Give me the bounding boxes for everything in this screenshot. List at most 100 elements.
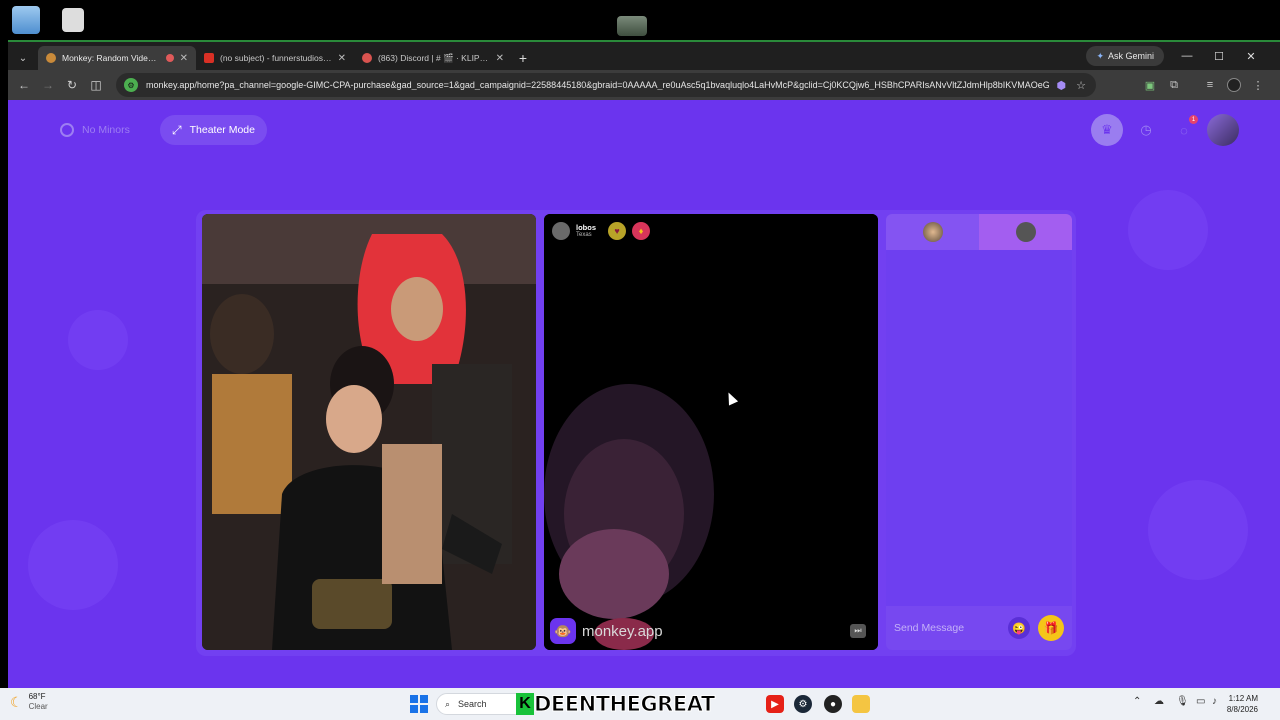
network-icon[interactable]: ▭ [1196,696,1205,707]
no-minors-label: No Minors [82,124,130,136]
extension-shield-icon[interactable]: ⬢ [1057,79,1067,92]
tab-monkey[interactable]: Monkey: Random Video Ch ✕ [38,46,196,70]
steam-icon[interactable]: ⚙ [794,695,812,713]
desktop-shortcut-icon[interactable] [62,8,84,32]
chat-bubble-icon: ◌ [1180,122,1188,138]
decor-blob [1128,190,1208,270]
ask-gemini-button[interactable]: ✦ Ask Gemini [1086,46,1164,66]
video-chat-stage: lobos Texas ♥ ♦ 🐵 monkey.app ⏭ Send Mess… [196,210,1076,656]
remote-video: lobos Texas ♥ ♦ 🐵 monkey.app ⏭ [544,214,878,650]
obs-icon[interactable]: ● [824,695,842,713]
profile-avatar[interactable] [1222,73,1246,97]
tray-overflow-icon[interactable]: ⌃ [1133,696,1141,707]
tab-strip: ⌄ Monkey: Random Video Ch ✕ (no subject)… [8,42,1280,70]
banner-text: DEENTHEGREAT [534,692,716,717]
split-view-icon[interactable]: ◫ [84,73,108,97]
mic-icon[interactable]: 🎙 [1176,696,1189,707]
local-video [202,214,536,650]
skip-next-button[interactable]: ⏭ [850,624,866,638]
crown-premium-button[interactable]: ♛ [1091,114,1123,146]
forward-button[interactable]: → [36,73,60,97]
tab-search-button[interactable]: ⌄ [12,47,34,69]
monkey-watermark: 🐵 monkey.app [550,618,663,644]
decor-blob [28,520,118,610]
tab-discord[interactable]: (863) Discord | # 🎬 · KLIPZ | $p¢ ✕ [354,46,512,70]
desktop-area [0,0,1280,40]
messages-button[interactable]: ◌ 1 [1168,114,1200,146]
search-label: Search [458,699,487,709]
tab-label: (no subject) - funnerstudios@g [220,53,332,63]
address-bar[interactable]: ⚙ monkey.app/home?pa_channel=google-GIMC… [116,73,1096,97]
remote-video-frame [544,214,878,650]
weather-condition: Clear [28,702,48,711]
emoji-icon[interactable]: 😜 [1008,617,1030,639]
no-minors-icon [60,123,74,137]
close-window-button[interactable]: ✕ [1236,46,1266,66]
user-avatar[interactable] [1207,114,1239,146]
gemini-icon: ✦ [1096,50,1104,61]
watermark-text: monkey.app [582,622,663,640]
reload-button[interactable]: ↻ [60,73,84,97]
notification-badge: 1 [1189,115,1198,124]
no-minors-toggle[interactable]: No Minors [48,115,142,145]
avatar [1015,222,1036,242]
chat-tab-peer[interactable] [979,214,1072,250]
clock-date: 8/8/2026 [1226,705,1258,714]
monkey-app-page: No Minors ⤢ Theater Mode ♛ ◷ ◌ 1 lobos T… [8,100,1280,690]
theater-mode-label: Theater Mode [189,124,255,136]
extensions-puzzle-icon[interactable]: ⧉ [1162,73,1186,97]
peer-avatar[interactable] [552,222,570,240]
decor-blob [1148,480,1248,580]
clock-time: 1:12 AM [1228,694,1258,703]
chat-tab-self[interactable] [886,214,979,250]
message-input[interactable]: Send Message [894,622,1008,634]
peer-info: lobos Texas ♥ ♦ [552,222,650,240]
banner-letter: K [516,693,534,715]
youtube-icon[interactable]: ▶ [766,695,784,713]
desktop-shortcut-icon-2[interactable] [617,16,647,36]
file-explorer-icon[interactable] [852,695,870,713]
peer-location: Texas [576,232,592,238]
message-bar: Send Message 😜 🎁 [886,606,1072,650]
theater-mode-button[interactable]: ⤢ Theater Mode [160,115,267,145]
more-menu-icon[interactable]: ⋮ [1246,73,1270,97]
weather-temp: 68°F [28,692,46,701]
close-icon[interactable]: ✕ [496,53,504,64]
site-info-icon[interactable]: ⚙ [124,78,138,92]
peer-name: lobos [576,223,596,232]
back-button[interactable]: ← [12,73,36,97]
taskbar-clock[interactable]: 1:12 AM 8/8/2026 [1227,693,1258,715]
gmail-icon [204,53,214,63]
new-tab-button[interactable]: + [512,47,534,69]
history-button[interactable]: ◷ [1130,114,1162,146]
start-button[interactable] [410,695,428,713]
chat-panel: Send Message 😜 🎁 [886,214,1072,650]
gift-badge-icon[interactable]: ♦ [632,222,650,240]
tab-gmail[interactable]: (no subject) - funnerstudios@g ✕ [196,46,354,70]
heart-badge-icon[interactable]: ♥ [608,222,626,240]
chat-tabs [886,214,1072,250]
recycle-bin-icon[interactable] [12,6,40,34]
cloud-icon[interactable]: ☁ [1154,696,1164,707]
avatar [922,222,943,242]
browser-toolbar: ← → ↻ ◫ ⚙ monkey.app/home?pa_channel=goo… [8,70,1280,100]
bookmark-star-icon[interactable]: ☆ [1076,79,1086,92]
url-text[interactable]: monkey.app/home?pa_channel=google-GIMC-C… [146,80,1049,90]
ask-gemini-label: Ask Gemini [1107,51,1154,61]
close-icon[interactable]: ✕ [180,53,188,64]
volume-icon[interactable]: ♪ [1212,696,1217,707]
monkey-logo-icon: 🐵 [550,618,576,644]
recording-icon [165,54,174,62]
close-icon[interactable]: ✕ [338,53,346,64]
decor-blob [68,310,128,370]
discord-icon [362,53,372,63]
extension-icon[interactable]: ▣ [1138,73,1162,97]
local-video-frame [202,214,536,650]
weather-widget[interactable]: ☾ 68°F Clear [10,692,48,712]
maximize-button[interactable]: ☐ [1204,46,1234,66]
windows-taskbar: ☾ 68°F Clear ⌕ Search K DEENTHEGREAT ▶ ⚙… [0,688,1280,720]
reading-list-icon[interactable]: ≡ [1198,73,1222,97]
gift-icon[interactable]: 🎁 [1038,615,1064,641]
minimize-button[interactable]: — [1172,46,1202,66]
expand-icon: ⤢ [172,122,182,137]
